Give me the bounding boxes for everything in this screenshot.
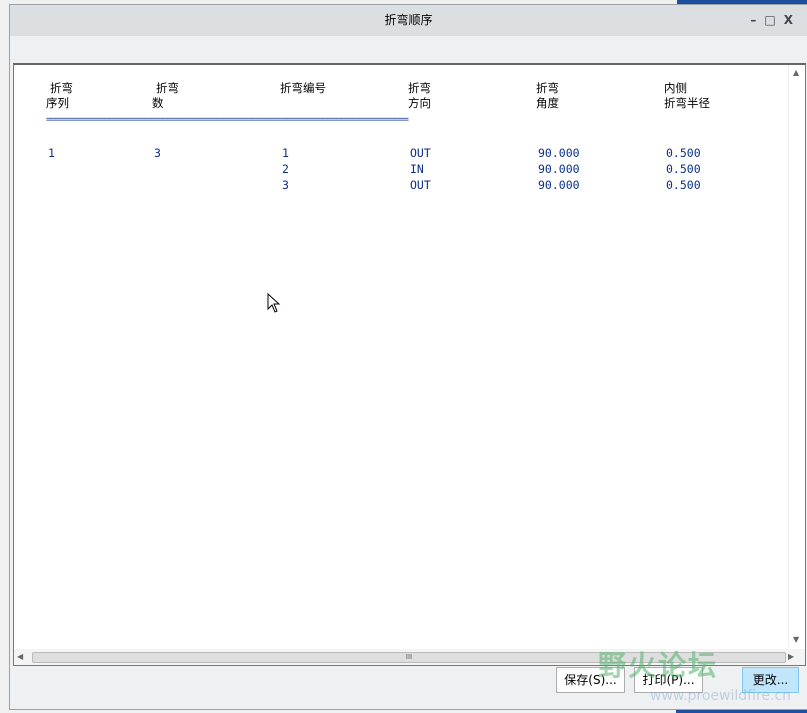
cell-angle: 90.000 bbox=[538, 162, 580, 176]
cell-num: 3 bbox=[282, 178, 289, 192]
cell-radius: 0.500 bbox=[666, 146, 701, 160]
cell-radius: 0.500 bbox=[666, 178, 701, 192]
column-header: 内侧 bbox=[664, 81, 687, 95]
watermark-url: www.proewildfire.cn bbox=[650, 688, 792, 704]
cell-angle: 90.000 bbox=[538, 146, 580, 160]
cell-seq: 1 bbox=[48, 146, 55, 160]
scroll-down-icon[interactable]: ▼ bbox=[793, 635, 799, 644]
maximize-icon[interactable]: □ bbox=[764, 13, 783, 27]
scroll-right-icon[interactable]: ▶ bbox=[788, 652, 794, 661]
column-header: 数 bbox=[152, 96, 164, 110]
column-header: 折弯 bbox=[408, 81, 431, 95]
column-header: 折弯 bbox=[50, 81, 73, 95]
scroll-up-icon[interactable]: ▲ bbox=[793, 68, 799, 77]
cell-num: 2 bbox=[282, 162, 289, 176]
column-header: 序列 bbox=[46, 96, 69, 110]
cell-count: 3 bbox=[154, 146, 161, 160]
minimize-icon[interactable]: – bbox=[750, 13, 764, 27]
column-header: 方向 bbox=[408, 96, 431, 110]
watermark-logo: 野火论坛 bbox=[598, 649, 719, 682]
cell-dir: OUT bbox=[410, 178, 431, 192]
column-header: 折弯编号 bbox=[280, 81, 326, 95]
mouse-cursor-icon bbox=[267, 293, 281, 313]
title-bar: 折弯顺序 –□X bbox=[10, 5, 807, 36]
bend-order-dialog: 折弯顺序 –□X 折弯 序列 折弯数折弯编号 折弯 方向 折弯 角度 内侧 折弯半径 =====… bbox=[9, 4, 807, 710]
cell-radius: 0.500 bbox=[666, 162, 701, 176]
column-header: 角度 bbox=[536, 96, 559, 110]
close-icon[interactable]: X bbox=[784, 13, 801, 27]
scroll-left-icon[interactable]: ◀ bbox=[17, 652, 23, 661]
window-title: 折弯顺序 bbox=[384, 13, 433, 27]
report-panel: 折弯 序列 折弯数折弯编号 折弯 方向 折弯 角度 内侧 折弯半径 ==============… bbox=[13, 63, 806, 666]
cell-dir: IN bbox=[410, 162, 424, 176]
cell-num: 1 bbox=[282, 146, 289, 160]
separator-line: ========================================… bbox=[46, 115, 409, 125]
cell-angle: 90.000 bbox=[538, 178, 580, 192]
vertical-scrollbar[interactable]: ▲ ▼ bbox=[788, 65, 805, 647]
column-header: 折弯 bbox=[536, 81, 559, 95]
column-header: 折弯半径 bbox=[664, 96, 710, 110]
cell-dir: OUT bbox=[410, 146, 431, 160]
column-header: 折弯 bbox=[156, 81, 179, 95]
